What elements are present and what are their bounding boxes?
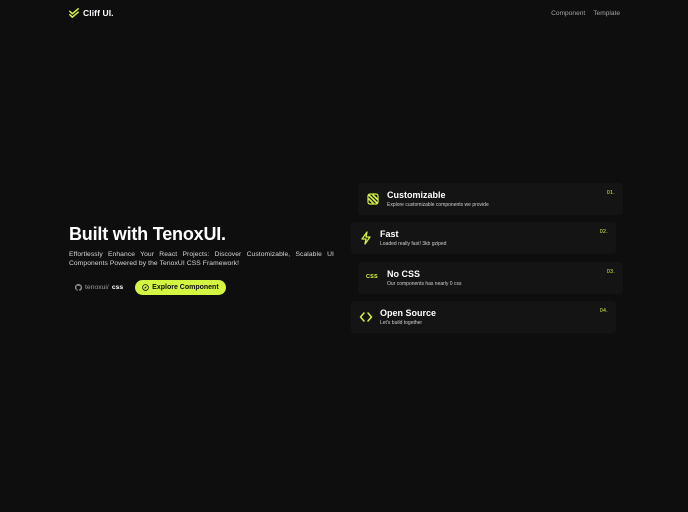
github-repo-link[interactable]: tenoxui/css (69, 280, 129, 295)
feature-card-open-source[interactable]: Open Source Let's build together 04. (351, 301, 616, 333)
feature-number: 02. (599, 229, 608, 235)
top-nav: Component Template (551, 10, 620, 17)
feature-subtitle: Let's build together (380, 320, 423, 326)
feature-title: No CSS (387, 269, 421, 279)
feature-subtitle: Our components has nearly 0 css (387, 281, 462, 287)
github-icon (75, 284, 82, 291)
feature-number: 04. (599, 308, 608, 314)
feature-card-customizable[interactable]: Customizable Explore customizable compon… (358, 183, 623, 215)
hero-actions: tenoxui/css Explore Component (69, 280, 334, 295)
hero-section: Built with TenoxUI. Effortlessly Enhance… (69, 223, 334, 295)
nav-link-component[interactable]: Component (551, 10, 585, 17)
repo-prefix: tenoxui/ (85, 284, 109, 291)
feature-title: Fast (380, 229, 399, 239)
hero-description: Effortlessly Enhance Your React Projects… (69, 251, 334, 267)
css-icon: CSS (366, 274, 378, 280)
feature-card-no-css[interactable]: CSS No CSS Our components has nearly 0 c… (358, 262, 623, 294)
feature-number: 01. (606, 190, 615, 196)
nav-link-template[interactable]: Template (593, 10, 620, 17)
explore-component-label: Explore Component (152, 284, 219, 291)
code-icon (359, 312, 373, 322)
brand-logo[interactable]: Cliff UI. (69, 8, 114, 18)
brush-icon (367, 193, 379, 205)
lightning-icon (361, 231, 371, 245)
double-check-icon (69, 8, 79, 18)
repo-name: css (111, 284, 124, 291)
explore-component-button[interactable]: Explore Component (135, 280, 226, 295)
feature-title: Customizable (387, 190, 446, 200)
compass-icon (142, 284, 149, 291)
site-header: Cliff UI. Component Template (0, 0, 688, 28)
feature-subtitle: Explore customizable components we provi… (387, 202, 489, 208)
feature-subtitle: Loaded really fast! 3kb gziped (380, 241, 447, 247)
feature-card-fast[interactable]: Fast Loaded really fast! 3kb gziped 02. (351, 222, 616, 254)
feature-number: 03. (606, 269, 615, 275)
brand-name: Cliff UI. (83, 8, 114, 18)
hero-title: Built with TenoxUI. (69, 224, 226, 244)
feature-title: Open Source (380, 308, 437, 318)
